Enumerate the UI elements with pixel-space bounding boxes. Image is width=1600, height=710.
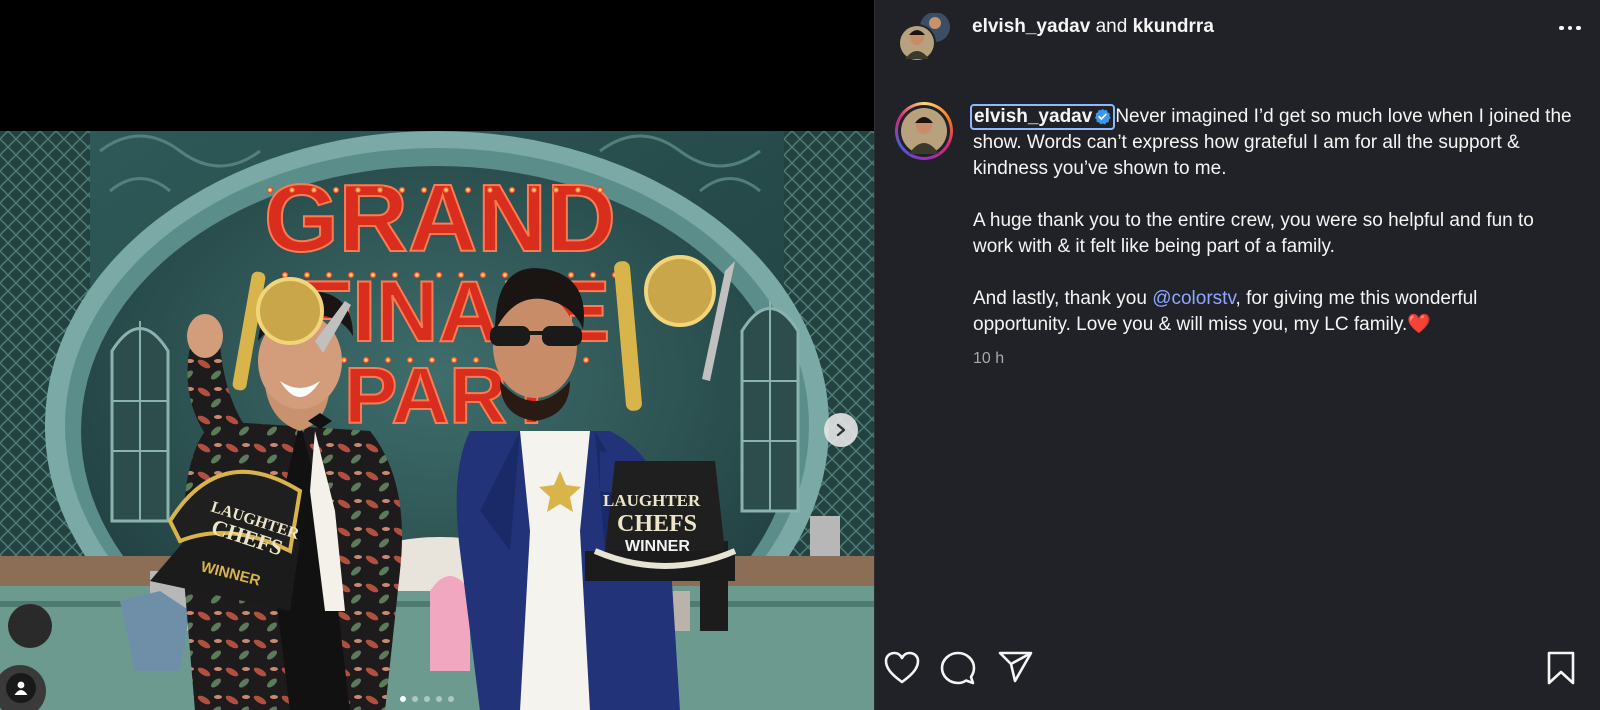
and-text: and xyxy=(1095,16,1128,37)
more-options-button[interactable] xyxy=(1554,16,1586,40)
carousel-dot xyxy=(448,696,454,702)
more-horizontal-icon xyxy=(1559,25,1581,31)
carousel-dot xyxy=(424,696,430,702)
caption-username-link[interactable]: elvish_yadav xyxy=(970,104,1116,130)
chevron-right-icon xyxy=(836,423,846,437)
carousel-dot xyxy=(436,696,442,702)
post-caption: elvish_yadav Never imagined I’d get so mu… xyxy=(970,104,1573,338)
trophy-2-label-2: CHEFS xyxy=(617,511,697,537)
post-side-panel: elvish_yadav and kkundrra elvish_yadav Ne… xyxy=(874,0,1600,710)
author-link[interactable]: elvish_yadav xyxy=(972,16,1090,37)
heart-icon xyxy=(884,651,920,684)
bookmark-icon xyxy=(1547,651,1575,685)
verified-badge-icon xyxy=(1095,108,1111,125)
caption-paragraph-3-start: And lastly, thank you xyxy=(973,288,1153,309)
caption-paragraph-2: A huge thank you to the entire crew, you… xyxy=(973,210,1534,257)
collaborator-link[interactable]: kkundrra xyxy=(1133,16,1214,37)
comment-button[interactable] xyxy=(939,650,977,691)
tagged-users-button[interactable] xyxy=(6,673,36,703)
mention-link[interactable]: @colorstv xyxy=(1152,288,1235,309)
share-button[interactable] xyxy=(997,650,1035,691)
carousel-dot xyxy=(400,696,406,702)
comment-icon xyxy=(940,651,976,685)
like-button[interactable] xyxy=(883,650,921,691)
post-authors: elvish_yadav and kkundrra xyxy=(972,16,1214,38)
marquee-line-1: GRAND xyxy=(264,165,616,272)
post-header: elvish_yadav and kkundrra xyxy=(875,0,1600,70)
save-button[interactable] xyxy=(1545,650,1577,691)
post-actions-bar xyxy=(875,650,1600,690)
caption-avatar[interactable] xyxy=(895,102,953,160)
carousel-dot xyxy=(412,696,418,702)
user-icon xyxy=(14,681,28,695)
paper-plane-icon xyxy=(998,651,1033,683)
carousel-indicator xyxy=(400,696,454,702)
trophy-2-label-1: LAUGHTER xyxy=(603,491,701,510)
avatar-stack[interactable] xyxy=(897,12,950,62)
carousel-next-button[interactable] xyxy=(824,413,858,447)
post-timestamp[interactable]: 10 h xyxy=(973,350,1004,368)
trophy-2-winner: WINNER xyxy=(625,538,690,555)
post-photo[interactable]: GRAND FINALE PART LAUGHTER CHEFS WINNER … xyxy=(0,131,874,710)
heart-emoji: ❤️ xyxy=(1407,314,1432,335)
post-media: GRAND FINALE PART LAUGHTER CHEFS WINNER … xyxy=(0,0,874,710)
